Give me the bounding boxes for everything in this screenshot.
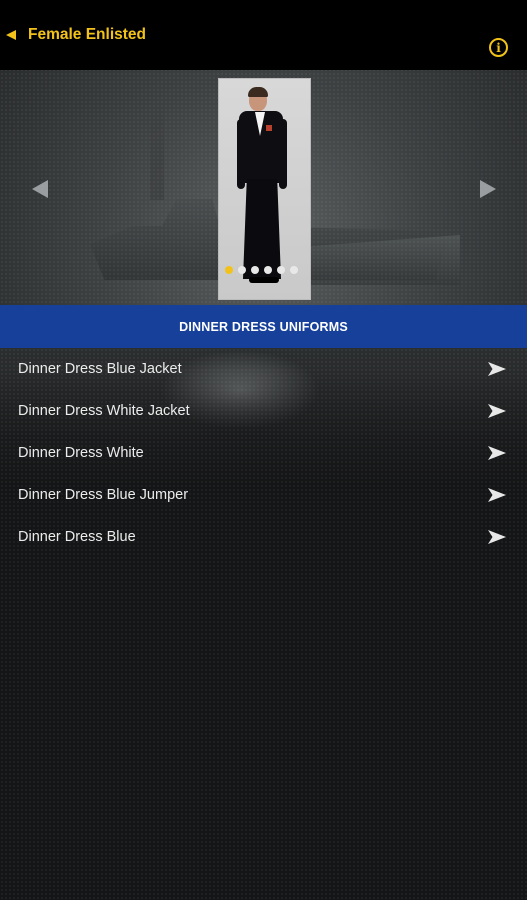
list-item-label: Dinner Dress White: [18, 445, 144, 461]
chevron-right-icon[interactable]: [480, 180, 496, 198]
app-header: Female Enlisted i: [0, 0, 527, 70]
back-arrow-icon[interactable]: [6, 30, 16, 40]
list-item[interactable]: Dinner Dress Blue: [0, 516, 527, 558]
info-glyph: i: [496, 40, 501, 55]
carousel-dot[interactable]: [264, 266, 272, 274]
chevron-right-icon: [488, 488, 506, 502]
carousel-dot[interactable]: [277, 266, 285, 274]
carousel-dot[interactable]: [225, 266, 233, 274]
chevron-right-icon: [488, 362, 506, 376]
chevron-left-icon[interactable]: [32, 180, 48, 198]
chevron-right-icon: [488, 530, 506, 544]
list-item-label: Dinner Dress White Jacket: [18, 403, 190, 419]
back-button[interactable]: Female Enlisted: [6, 26, 146, 44]
carousel-pagination: [225, 266, 298, 274]
chevron-right-icon: [488, 404, 506, 418]
list-item[interactable]: Dinner Dress White: [0, 432, 527, 474]
list-item[interactable]: Dinner Dress Blue Jacket: [0, 348, 527, 390]
section-header: DINNER DRESS UNIFORMS: [0, 305, 527, 348]
page-title: Female Enlisted: [28, 26, 147, 43]
list-item-label: Dinner Dress Blue: [18, 529, 136, 545]
list-item-label: Dinner Dress Blue Jacket: [18, 361, 182, 377]
uniform-list: Dinner Dress Blue Jacket Dinner Dress Wh…: [0, 348, 527, 558]
carousel-dot[interactable]: [238, 266, 246, 274]
carousel-dot[interactable]: [251, 266, 259, 274]
carousel-dot[interactable]: [290, 266, 298, 274]
list-item-label: Dinner Dress Blue Jumper: [18, 487, 189, 503]
section-title: DINNER DRESS UNIFORMS: [179, 319, 348, 334]
list-item[interactable]: Dinner Dress White Jacket: [0, 390, 527, 432]
info-icon[interactable]: i: [489, 38, 508, 57]
list-item[interactable]: Dinner Dress Blue Jumper: [0, 474, 527, 516]
chevron-right-icon: [488, 446, 506, 460]
